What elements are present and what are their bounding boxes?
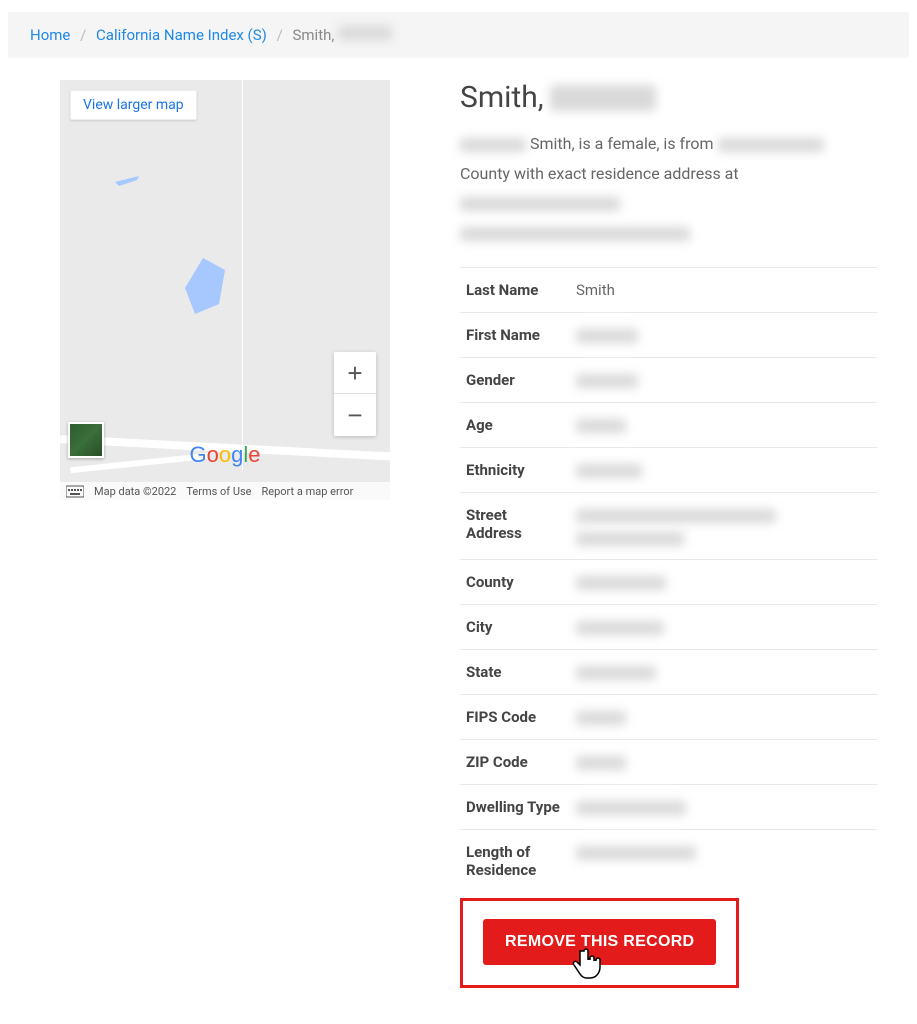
field-label: State	[460, 650, 570, 695]
description-text: xxxxxx Smith, is a female, is from xxxxx…	[460, 129, 877, 247]
zoom-controls: + −	[334, 352, 376, 436]
zoom-in-button[interactable]: +	[334, 352, 376, 394]
field-value: xxxxxx	[570, 695, 877, 740]
field-label: FIPS Code	[460, 695, 570, 740]
redacted-text: xxxxxx	[576, 329, 638, 343]
table-row: Length of Residence xxxxxx	[460, 830, 877, 893]
table-row: Age xxxxxx	[460, 403, 877, 448]
field-label: Gender	[460, 358, 570, 403]
breadcrumb: Home / California Name Index (S) / Smith…	[8, 12, 909, 58]
redacted-text: xxxxxx	[576, 464, 642, 478]
field-value: xxxxxx	[570, 403, 877, 448]
map-panel: View larger map + − Google Map data ©202…	[60, 80, 390, 500]
field-label: Last Name	[460, 268, 570, 313]
table-row: Ethnicity xxxxxx	[460, 448, 877, 493]
page-title: Smith, xxxxxxxx	[460, 80, 877, 115]
redacted-text: xxxxxxxxxx	[718, 138, 824, 152]
table-row: State xxxxxx	[460, 650, 877, 695]
redacted-text: xxxxxxxxxxxxxxxxxxxxxxx	[460, 227, 690, 241]
keyboard-icon	[66, 484, 84, 498]
map-data-text: Map data ©2022	[94, 485, 176, 498]
zoom-out-button[interactable]: −	[334, 394, 376, 436]
breadcrumb-index[interactable]: California Name Index (S)	[96, 26, 267, 44]
field-value: xxxxxx	[570, 448, 877, 493]
table-row: Dwelling Type xxxxxx	[460, 785, 877, 830]
table-row: First Name xxxxxx	[460, 313, 877, 358]
redacted-text: xxxxxx	[576, 846, 696, 860]
breadcrumb-home[interactable]: Home	[30, 26, 70, 44]
redacted-text: xxxxxx	[576, 509, 776, 523]
field-value: xxxxxx	[570, 650, 877, 695]
field-label: Age	[460, 403, 570, 448]
field-value: xxxxxx xxxxxx	[570, 493, 877, 560]
breadcrumb-sep-2: /	[277, 26, 283, 44]
redacted-text: xxxxxx	[460, 138, 526, 152]
field-value: xxxxxx	[570, 830, 877, 893]
field-label: City	[460, 605, 570, 650]
table-row: City xxxxxx	[460, 605, 877, 650]
map-report-link[interactable]: Report a map error	[262, 485, 354, 498]
map-terms-link[interactable]: Terms of Use	[186, 485, 251, 498]
table-row: Gender xxxxxx	[460, 358, 877, 403]
info-table: Last NameSmithFirst Name xxxxxx Gender xxxx…	[460, 267, 877, 892]
field-label: Ethnicity	[460, 448, 570, 493]
field-value: Smith	[570, 268, 877, 313]
view-larger-map-button[interactable]: View larger map	[70, 90, 197, 120]
field-label: ZIP Code	[460, 740, 570, 785]
map-canvas[interactable]: View larger map + − Google Map data ©202…	[60, 80, 390, 500]
redacted-text: xxxxxx	[576, 756, 626, 770]
field-value: xxxxxx	[570, 785, 877, 830]
table-row: County xxxxxx	[460, 560, 877, 605]
redacted-text: xxxxxx	[576, 374, 638, 388]
field-label: Dwelling Type	[460, 785, 570, 830]
redacted-text: xxxxxx	[576, 801, 686, 815]
field-value: xxxxxx	[570, 560, 877, 605]
field-label: Length of Residence	[460, 830, 570, 893]
field-value: xxxxxx	[570, 313, 877, 358]
field-label: First Name	[460, 313, 570, 358]
field-value: xxxxxx	[570, 740, 877, 785]
breadcrumb-sep-1: /	[80, 26, 86, 44]
redacted-text: xxxxxx	[576, 711, 626, 725]
table-row: Last NameSmith	[460, 268, 877, 313]
redacted-text: xxxxxxxxxxxxxxxx	[460, 197, 620, 211]
satellite-toggle[interactable]	[68, 422, 104, 458]
field-label: County	[460, 560, 570, 605]
field-value: xxxxxx	[570, 358, 877, 403]
redacted-text: xxxxxx	[338, 26, 392, 40]
redacted-text: xxxxxx	[576, 621, 664, 635]
details-panel: Smith, xxxxxxxx xxxxxx Smith, is a femal…	[460, 80, 877, 988]
remove-highlight-box: REMOVE THIS RECORD	[460, 898, 739, 988]
google-logo: Google	[189, 442, 260, 468]
table-row: Street Address xxxxxx xxxxxx	[460, 493, 877, 560]
breadcrumb-current: Smith, xxxxxx	[293, 26, 393, 44]
cursor-hand-icon	[571, 945, 607, 983]
table-row: ZIP Code xxxxxx	[460, 740, 877, 785]
redacted-text: xxxxxxxx	[550, 85, 656, 111]
table-row: FIPS Code xxxxxx	[460, 695, 877, 740]
field-label: Street Address	[460, 493, 570, 560]
field-value: xxxxxx	[570, 605, 877, 650]
redacted-text: xxxxxx	[576, 666, 656, 680]
redacted-text: xxxxxx	[576, 576, 666, 590]
map-footer: Map data ©2022 Terms of Use Report a map…	[60, 482, 390, 500]
redacted-text: xxxxxx	[576, 419, 626, 433]
redacted-text: xxxxxx	[576, 532, 684, 546]
